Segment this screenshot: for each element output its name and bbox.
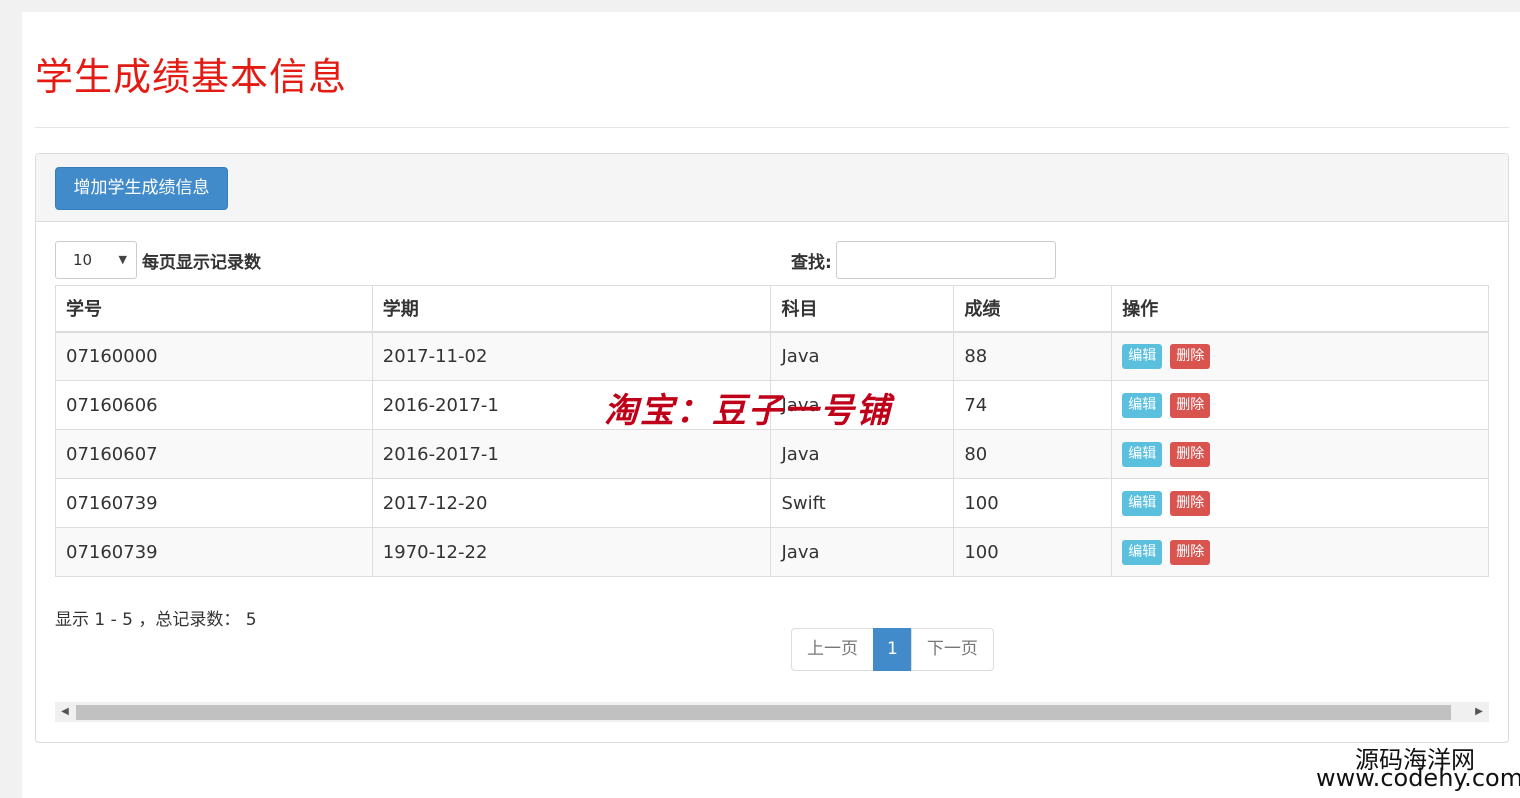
delete-button[interactable]: 删除 xyxy=(1170,343,1211,369)
cell-student-id: 07160739 xyxy=(55,478,373,528)
top-strip xyxy=(0,0,1520,12)
column-header-actions: 操作 xyxy=(1111,285,1489,333)
left-strip xyxy=(0,0,22,798)
search-input[interactable] xyxy=(836,241,1056,279)
cell-student-id: 07160606 xyxy=(55,380,373,430)
panel-header: 增加学生成绩信息 xyxy=(36,154,1508,222)
page-1-button[interactable]: 1 xyxy=(873,628,912,671)
cell-student-id: 07160739 xyxy=(55,527,373,577)
cell-subject: Java xyxy=(770,331,955,381)
cell-actions: 编辑 删除 xyxy=(1111,429,1489,479)
edit-button[interactable]: 编辑 xyxy=(1122,392,1163,418)
cell-score: 74 xyxy=(953,380,1113,430)
cell-term: 1970-12-22 xyxy=(371,527,772,577)
cell-student-id: 07160000 xyxy=(55,331,373,381)
page-length-select[interactable]: 10 ▼ xyxy=(55,241,137,279)
title-divider xyxy=(35,127,1509,128)
scrollbar-thumb[interactable] xyxy=(76,705,1451,720)
triangle-right-icon[interactable]: ▶ xyxy=(1469,702,1489,722)
edit-button[interactable]: 编辑 xyxy=(1122,539,1163,565)
page-length-label: 每页显示记录数 xyxy=(142,253,261,273)
next-page-button[interactable]: 下一页 xyxy=(910,628,994,671)
table-header-row: 学号 学期 科目 成绩 操作 xyxy=(55,285,1489,333)
prev-page-button[interactable]: 上一页 xyxy=(791,628,874,671)
cell-term: 2017-12-20 xyxy=(371,478,772,528)
cell-actions: 编辑 删除 xyxy=(1111,527,1489,577)
cell-score: 88 xyxy=(953,331,1113,381)
cell-term: 2016-2017-1 xyxy=(371,429,772,479)
column-header-term[interactable]: 学期 xyxy=(371,285,772,333)
table-row: 07160000 2017-11-02 Java 88 编辑 删除 xyxy=(55,331,1489,381)
column-header-subject[interactable]: 科目 xyxy=(770,285,955,333)
records-info: 显示 1 - 5 ，总记录数： 5 xyxy=(55,610,257,630)
pagination: 上一页 1 下一页 xyxy=(791,628,994,671)
table-row: 07160607 2016-2017-1 Java 80 编辑 删除 xyxy=(55,429,1489,479)
edit-button[interactable]: 编辑 xyxy=(1122,490,1163,516)
cell-student-id: 07160607 xyxy=(55,429,373,479)
edit-button[interactable]: 编辑 xyxy=(1122,343,1163,369)
caret-down-icon: ▼ xyxy=(118,253,127,266)
page-title: 学生成绩基本信息 xyxy=(35,55,348,99)
cell-actions: 编辑 删除 xyxy=(1111,478,1489,528)
delete-button[interactable]: 删除 xyxy=(1170,539,1211,565)
cell-score: 80 xyxy=(953,429,1113,479)
delete-button[interactable]: 删除 xyxy=(1170,490,1211,516)
add-score-button[interactable]: 增加学生成绩信息 xyxy=(55,167,228,210)
cell-subject: Java xyxy=(770,429,955,479)
horizontal-scrollbar[interactable]: ◀ ▶ xyxy=(55,702,1489,722)
column-header-student-id[interactable]: 学号 xyxy=(55,285,373,333)
site-url-watermark: www.codehy.com xyxy=(1316,764,1520,792)
cell-score: 100 xyxy=(953,527,1113,577)
table-row: 07160739 2017-12-20 Swift 100 编辑 删除 xyxy=(55,478,1489,528)
delete-button[interactable]: 删除 xyxy=(1170,441,1211,467)
edit-button[interactable]: 编辑 xyxy=(1122,441,1163,467)
delete-button[interactable]: 删除 xyxy=(1170,392,1211,418)
cell-score: 100 xyxy=(953,478,1113,528)
shop-watermark: 淘宝：豆子一号铺 xyxy=(604,391,892,431)
cell-actions: 编辑 删除 xyxy=(1111,331,1489,381)
triangle-left-icon[interactable]: ◀ xyxy=(55,702,75,722)
cell-subject: Java xyxy=(770,527,955,577)
cell-term: 2017-11-02 xyxy=(371,331,772,381)
cell-subject: Swift xyxy=(770,478,955,528)
cell-actions: 编辑 删除 xyxy=(1111,380,1489,430)
column-header-score[interactable]: 成绩 xyxy=(953,285,1113,333)
table-row: 07160739 1970-12-22 Java 100 编辑 删除 xyxy=(55,527,1489,577)
main-panel: 增加学生成绩信息 10 ▼ 每页显示记录数 查找: 学号 学期 科目 成绩 操作… xyxy=(35,153,1509,743)
page-length-value: 10 xyxy=(73,251,93,269)
search-label: 查找: xyxy=(791,253,832,273)
